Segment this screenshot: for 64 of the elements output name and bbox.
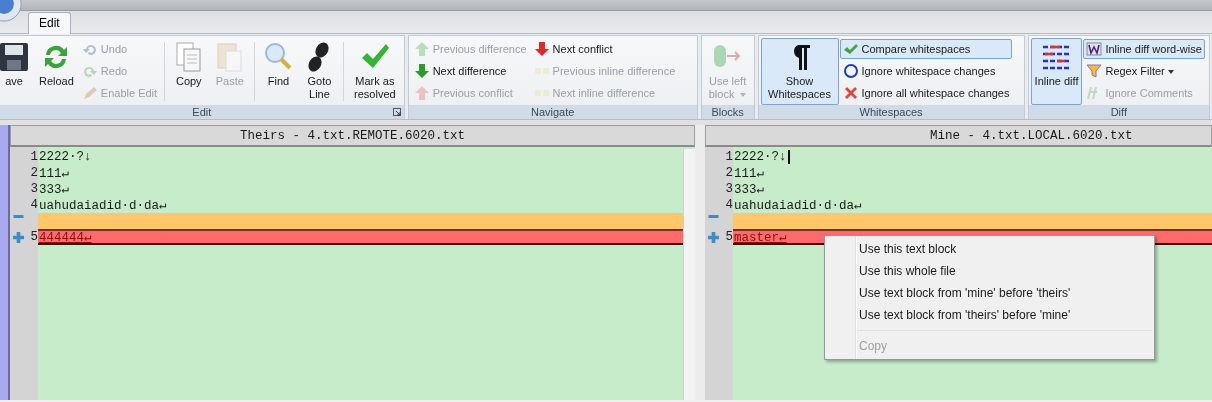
up-arrow-icon	[413, 41, 430, 57]
group-label: Blocks	[711, 106, 744, 118]
show-whitespaces-button[interactable]: Show Whitespaces	[760, 38, 839, 105]
line-number: 3	[725, 182, 733, 196]
find-button[interactable]: Find	[258, 38, 299, 105]
scrollbar[interactable]	[683, 149, 695, 400]
code-line: 2222·?↓	[39, 150, 92, 164]
line-number: 1	[30, 150, 38, 164]
minus-icon	[708, 215, 719, 219]
ribbon-tab[interactable]: Edit	[28, 12, 71, 34]
pane-title: Mine - 4.txt.LOCAL.6020.txt	[930, 128, 1133, 143]
menu-item[interactable]: Use this text block	[825, 238, 1154, 260]
copy-button[interactable]: Copy	[168, 38, 209, 105]
toolbar-button[interactable]: Regex Filter	[1083, 61, 1205, 81]
group-label: Edit	[192, 106, 212, 118]
mark-resolved-button[interactable]: Mark as resolved	[348, 38, 402, 105]
toolbar-button[interactable]: Ignore whitespace changes	[839, 61, 1013, 81]
line-number: 1	[725, 150, 733, 164]
line-number: 4	[725, 198, 733, 212]
group-label: Diff	[1110, 106, 1127, 118]
line-number: 2	[725, 166, 733, 180]
save-button[interactable]: ave	[0, 38, 34, 105]
menu-item[interactable]: Use text block from 'mine' before 'theirs'	[825, 282, 1154, 304]
line-number: 5	[30, 230, 38, 244]
code-line: master↵	[734, 230, 787, 245]
code-line: 333↵	[39, 182, 70, 197]
line-number: 2	[30, 166, 38, 180]
toolbar-button[interactable]: Compare whitespaces	[839, 39, 1013, 59]
code-line: 111↵	[734, 166, 765, 181]
goto-line-button[interactable]: Goto Line	[299, 38, 340, 105]
down-arrow-icon	[533, 41, 550, 57]
caret-icon	[740, 93, 747, 98]
down-arrow-icon	[413, 63, 430, 79]
code-line: 2222·?↓	[734, 150, 787, 164]
inline-diff-button[interactable]: Inline diff	[1030, 38, 1083, 105]
menu-item[interactable]: Use this whole file	[825, 260, 1154, 282]
group-label: Whitespaces	[859, 106, 923, 118]
funnel-icon	[1086, 63, 1103, 79]
letter-w-icon	[1086, 41, 1103, 57]
caret-icon	[1167, 70, 1174, 75]
pane-title: Theirs - 4.txt.REMOTE.6020.txt	[239, 128, 465, 143]
dialog-launcher-icon[interactable]	[392, 108, 401, 116]
minus-icon	[13, 215, 24, 219]
toolbar-button[interactable]: Inline diff word-wise	[1083, 39, 1205, 59]
menu-item[interactable]: Use text block from 'theirs' before 'mine'	[825, 304, 1154, 326]
circle-icon	[842, 63, 859, 79]
up-arrow-icon	[413, 85, 430, 101]
line-number: 5	[725, 230, 733, 244]
code-line: 444444↵	[39, 230, 92, 245]
code-line: 111↵	[39, 166, 70, 181]
toolbar-button[interactable]: Next conflict	[530, 39, 679, 59]
code-line: uahudaiadid·d·da↵	[734, 198, 862, 213]
code-line: 333↵	[734, 182, 765, 197]
checkmark-icon	[842, 41, 859, 57]
toolbar-button[interactable]: Ignore all whitespace changes	[839, 83, 1013, 103]
toolbar-button[interactable]: Next difference	[410, 61, 530, 81]
line-number: 3	[30, 182, 38, 196]
reload-button[interactable]: Reload	[35, 38, 78, 105]
code-line: uahudaiadid·d·da↵	[39, 198, 167, 213]
line-number: 4	[30, 198, 38, 212]
pencil-icon	[81, 85, 98, 101]
plus-icon	[13, 231, 24, 243]
group-label: Navigate	[530, 106, 575, 118]
plus-icon	[708, 231, 719, 243]
